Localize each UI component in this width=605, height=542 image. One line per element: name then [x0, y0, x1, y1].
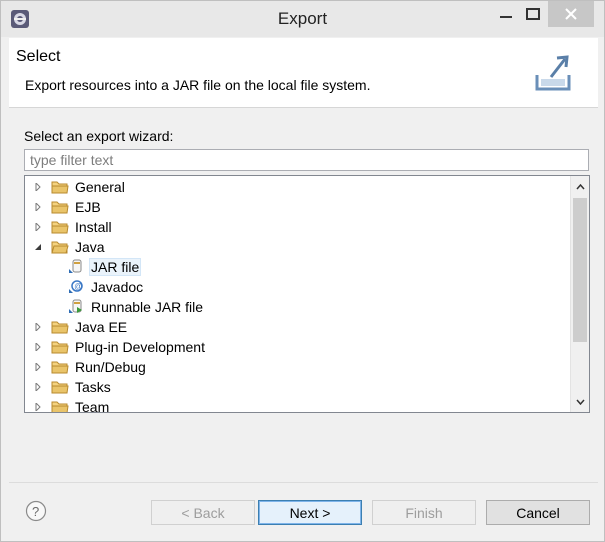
expand-arrow-icon[interactable]: [33, 342, 43, 352]
tree-item-general[interactable]: General: [33, 177, 127, 197]
tree-item-label: General: [75, 179, 125, 195]
tree-item-plugin-development[interactable]: Plug-in Development: [33, 337, 207, 357]
wizard-header: Select Export resources into a JAR file …: [9, 38, 598, 108]
chevron-up-icon: [576, 183, 585, 189]
export-wizard-banner-icon: [535, 55, 571, 91]
expand-arrow-icon[interactable]: [33, 402, 43, 412]
tree-item-run-debug[interactable]: Run/Debug: [33, 357, 148, 377]
next-button[interactable]: Next >: [258, 500, 362, 525]
footer-separator: [9, 482, 598, 483]
tree-item-label: Install: [75, 219, 112, 235]
folder-icon: [51, 379, 69, 395]
expand-arrow-icon[interactable]: [33, 362, 43, 372]
close-icon: [565, 8, 577, 20]
tree-item-label: Java EE: [75, 319, 128, 335]
jar-file-icon: [67, 259, 85, 275]
expand-arrow-icon[interactable]: [33, 202, 43, 212]
runnable-jar-icon: [67, 299, 85, 315]
scroll-up-button[interactable]: [571, 178, 589, 195]
chevron-down-icon: [576, 399, 585, 405]
expand-arrow-icon[interactable]: [33, 382, 43, 392]
filter-input[interactable]: [24, 149, 589, 171]
close-button[interactable]: [548, 1, 594, 27]
folder-icon: [51, 359, 69, 375]
folder-icon: [51, 199, 69, 215]
tree-item-label: EJB: [75, 199, 101, 215]
tree-item-label: Plug-in Development: [75, 339, 205, 355]
javadoc-icon: @: [67, 279, 85, 295]
back-button[interactable]: < Back: [151, 500, 255, 525]
wizard-list-label: Select an export wizard:: [24, 128, 174, 144]
folder-open-icon: [51, 239, 69, 255]
tree-item-label: Team: [75, 399, 110, 413]
expand-arrow-icon[interactable]: [33, 222, 43, 232]
help-icon[interactable]: ?: [25, 500, 47, 522]
expand-arrow-icon[interactable]: [33, 182, 43, 192]
page-title: Select: [16, 48, 61, 65]
tree-item-label: Javadoc: [91, 279, 144, 295]
svg-text:?: ?: [32, 504, 39, 519]
tree-item-team[interactable]: Team: [33, 397, 111, 413]
tree-item-ejb[interactable]: EJB: [33, 197, 103, 217]
tree-item-jar-file[interactable]: JAR file: [67, 257, 142, 277]
maximize-button[interactable]: [519, 1, 547, 27]
minimize-icon: [500, 16, 512, 18]
svg-text:@: @: [74, 282, 82, 291]
export-dialog: Export Select Export resources into a JA…: [0, 0, 605, 542]
title-bar: Export: [1, 1, 604, 37]
tree-item-install[interactable]: Install: [33, 217, 114, 237]
folder-icon: [51, 219, 69, 235]
tree-item-label: Runnable JAR file: [91, 299, 204, 315]
scroll-down-button[interactable]: [571, 393, 589, 410]
tree-item-runnable-jar[interactable]: Runnable JAR file: [67, 297, 205, 317]
folder-icon: [51, 399, 69, 412]
folder-icon: [51, 179, 69, 195]
finish-button[interactable]: Finish: [372, 500, 476, 525]
cancel-button[interactable]: Cancel: [486, 500, 590, 525]
tree-item-label: Run/Debug: [75, 359, 146, 375]
tree-item-label: JAR file: [89, 258, 142, 276]
tree-item-java[interactable]: Java: [33, 237, 107, 257]
expand-arrow-icon[interactable]: [33, 322, 43, 332]
collapse-arrow-icon[interactable]: [33, 242, 43, 252]
maximize-icon: [526, 8, 540, 20]
wizard-tree[interactable]: General EJB Install Java JAR file @ Java: [24, 175, 590, 413]
minimize-button[interactable]: [491, 1, 521, 27]
page-description: Export resources into a JAR file on the …: [25, 77, 371, 93]
tree-item-tasks[interactable]: Tasks: [33, 377, 113, 397]
folder-icon: [51, 319, 69, 335]
scrollbar-thumb[interactable]: [573, 198, 587, 342]
tree-item-javadoc[interactable]: @ Javadoc: [67, 277, 145, 297]
tree-item-label: Java: [75, 239, 105, 255]
folder-icon: [51, 339, 69, 355]
tree-scrollbar[interactable]: [570, 176, 589, 412]
tree-item-java-ee[interactable]: Java EE: [33, 317, 129, 337]
tree-item-label: Tasks: [75, 379, 111, 395]
